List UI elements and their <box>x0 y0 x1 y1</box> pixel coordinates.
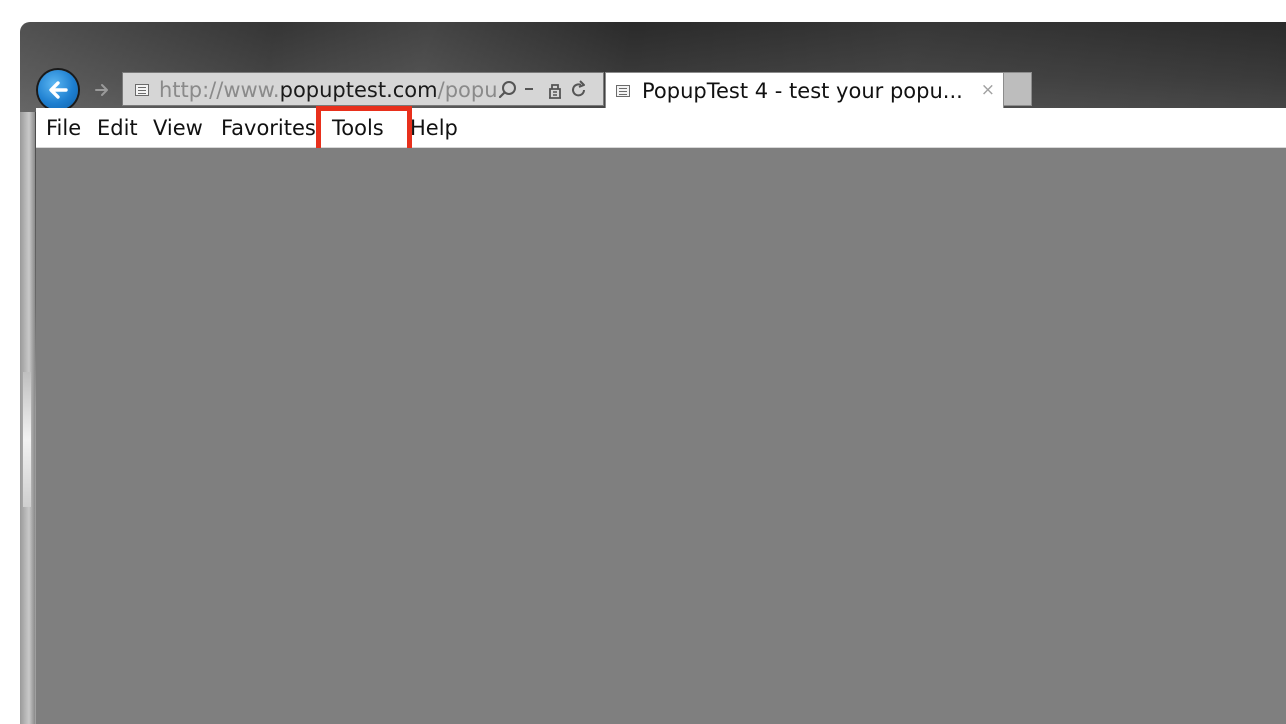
tab-close-icon[interactable]: × <box>981 79 995 101</box>
window-left-edge <box>20 112 35 724</box>
back-arrow-icon <box>49 81 68 99</box>
menu-file[interactable]: File <box>46 114 81 142</box>
refresh-icon[interactable] <box>569 79 589 101</box>
window-edge-highlight <box>23 372 31 507</box>
url-domain: popuptest.com <box>279 78 438 102</box>
menu-edit[interactable]: Edit <box>97 114 138 142</box>
url-prefix: http://www. <box>159 78 280 102</box>
menu-bar: File Edit View Favorites Tools Help <box>36 108 1286 148</box>
tab-popuptest[interactable]: PopupTest 4 - test your popu... × <box>605 72 1004 108</box>
tab-title: PopupTest 4 - test your popu... <box>642 79 963 103</box>
menu-help[interactable]: Help <box>410 114 458 142</box>
address-bar-tools <box>495 78 599 102</box>
tab-page-icon <box>616 85 630 97</box>
page-content-area[interactable] <box>36 148 1286 724</box>
url-field[interactable]: http://www.popuptest.com/popu <box>159 77 499 103</box>
compatibility-view-icon[interactable] <box>545 79 565 101</box>
forward-arrow-icon <box>95 84 108 96</box>
search-icon[interactable] <box>497 79 519 101</box>
forward-button[interactable] <box>90 78 114 102</box>
menu-view[interactable]: View <box>153 114 203 142</box>
dropdown-arrow-icon[interactable] <box>523 79 535 101</box>
screen: http://www.popuptest.com/popu PopupTest … <box>0 0 1286 724</box>
address-bar[interactable]: http://www.popuptest.com/popu <box>122 72 604 106</box>
page-icon <box>135 84 149 96</box>
back-button[interactable] <box>38 70 78 110</box>
menu-favorites[interactable]: Favorites <box>221 114 316 142</box>
new-tab-button[interactable] <box>1004 72 1032 106</box>
url-suffix: /popu <box>437 78 498 102</box>
